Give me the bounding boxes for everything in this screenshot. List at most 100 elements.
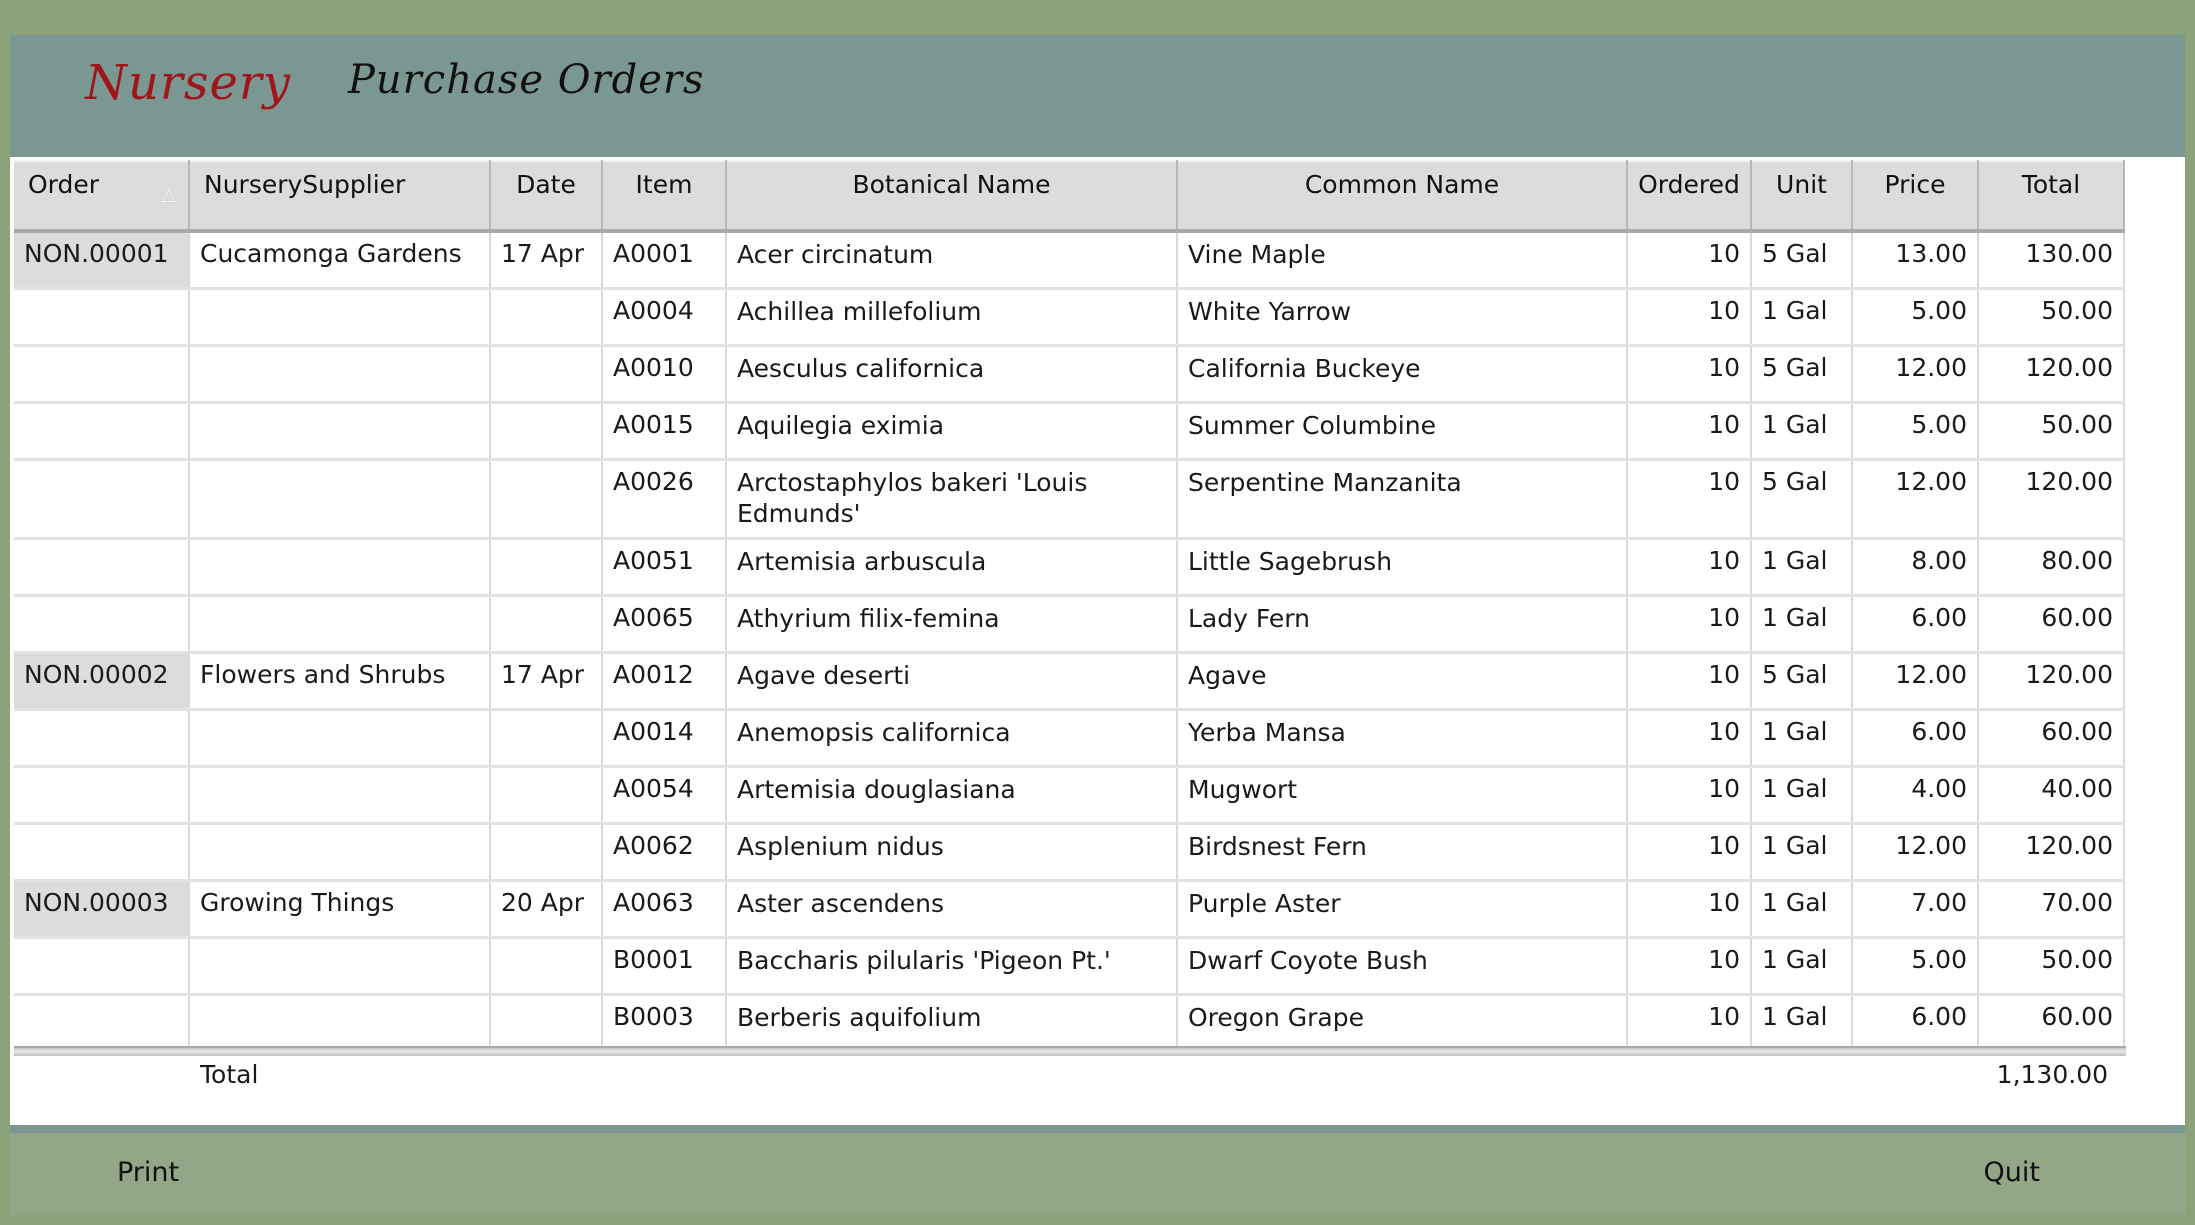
cell-total[interactable]: 80.00 [1978, 538, 2125, 597]
cell-date[interactable]: 20 Apr [490, 880, 603, 939]
cell-common[interactable]: Oregon Grape [1177, 994, 1628, 1055]
cell-ordered[interactable]: 10 [1627, 459, 1752, 540]
table-row[interactable]: A0051 Artemisia arbuscula Little Sagebrush… [14, 538, 2125, 597]
table-row[interactable]: A0014 Anemopsis californica Yerba Mansa 10 1… [14, 709, 2125, 768]
cell-botanical[interactable]: Baccharis pilularis 'Pigeon Pt.' [726, 937, 1178, 996]
table-row[interactable]: A0054 Artemisia douglasiana Mugwort 10 1 Gal… [14, 766, 2125, 825]
table-row[interactable]: B0001 Baccharis pilularis 'Pigeon Pt.' Dwa… [14, 937, 2125, 996]
cell-date[interactable] [490, 766, 603, 825]
cell-botanical[interactable]: Aster ascendens [726, 880, 1178, 939]
cell-price[interactable]: 4.00 [1852, 766, 1979, 825]
cell-item[interactable]: A0065 [602, 595, 727, 654]
cell-item[interactable]: A0004 [602, 288, 727, 347]
cell-price[interactable]: 12.00 [1852, 823, 1979, 882]
cell-common[interactable]: California Buckeye [1177, 345, 1628, 404]
cell-common[interactable]: Yerba Mansa [1177, 709, 1628, 768]
cell-total[interactable]: 120.00 [1978, 652, 2125, 711]
table-row[interactable]: A0004 Achillea millefolium White Yarrow 10 1… [14, 288, 2125, 347]
cell-item[interactable]: B0001 [602, 937, 727, 996]
cell-ordered[interactable]: 10 [1627, 345, 1752, 404]
cell-unit[interactable]: 1 Gal [1751, 709, 1853, 768]
cell-ordered[interactable]: 10 [1627, 994, 1752, 1055]
cell-unit[interactable]: 5 Gal [1751, 345, 1853, 404]
cell-total[interactable]: 40.00 [1978, 766, 2125, 825]
table-row[interactable]: B0003 Berberis aquifolium Oregon Grape 10 1 … [14, 994, 2125, 1055]
cell-order[interactable]: NON.00001 [14, 231, 190, 290]
cell-botanical[interactable]: Arctostaphylos bakeri 'Louis Edmunds' [726, 459, 1178, 540]
column-header-unit[interactable]: Unit [1751, 160, 1853, 233]
cell-total[interactable]: 130.00 [1978, 231, 2125, 290]
cell-ordered[interactable]: 10 [1627, 766, 1752, 825]
cell-unit[interactable]: 1 Gal [1751, 937, 1853, 996]
cell-common[interactable]: White Yarrow [1177, 288, 1628, 347]
cell-date[interactable] [490, 595, 603, 654]
column-header-order[interactable]: Order △ [14, 160, 190, 233]
cell-supplier[interactable]: Growing Things [189, 880, 491, 939]
cell-supplier[interactable] [189, 288, 491, 347]
cell-total[interactable]: 60.00 [1978, 709, 2125, 768]
column-header-botanical-name[interactable]: Botanical Name [726, 160, 1178, 233]
cell-price[interactable]: 6.00 [1852, 709, 1979, 768]
cell-item[interactable]: A0001 [602, 231, 727, 290]
cell-unit[interactable]: 5 Gal [1751, 231, 1853, 290]
cell-botanical[interactable]: Asplenium nidus [726, 823, 1178, 882]
cell-item[interactable]: A0012 [602, 652, 727, 711]
cell-item[interactable]: A0051 [602, 538, 727, 597]
cell-item[interactable]: A0026 [602, 459, 727, 540]
cell-botanical[interactable]: Achillea millefolium [726, 288, 1178, 347]
cell-ordered[interactable]: 10 [1627, 709, 1752, 768]
column-header-supplier[interactable]: NurserySupplier [189, 160, 491, 233]
cell-unit[interactable]: 1 Gal [1751, 766, 1853, 825]
cell-unit[interactable]: 1 Gal [1751, 538, 1853, 597]
cell-common[interactable]: Mugwort [1177, 766, 1628, 825]
cell-order[interactable] [14, 595, 190, 654]
cell-botanical[interactable]: Berberis aquifolium [726, 994, 1178, 1055]
cell-item[interactable]: B0003 [602, 994, 727, 1055]
cell-item[interactable]: A0054 [602, 766, 727, 825]
cell-supplier[interactable]: Cucamonga Gardens [189, 231, 491, 290]
quit-button[interactable]: Quit [1976, 1153, 2048, 1192]
cell-common[interactable]: Birdsnest Fern [1177, 823, 1628, 882]
cell-total[interactable]: 70.00 [1978, 880, 2125, 939]
cell-supplier[interactable] [189, 823, 491, 882]
cell-order[interactable] [14, 937, 190, 996]
cell-ordered[interactable]: 10 [1627, 880, 1752, 939]
cell-price[interactable]: 5.00 [1852, 288, 1979, 347]
cell-order[interactable]: NON.00002 [14, 652, 190, 711]
cell-item[interactable]: A0015 [602, 402, 727, 461]
cell-ordered[interactable]: 10 [1627, 937, 1752, 996]
cell-price[interactable]: 6.00 [1852, 994, 1979, 1055]
cell-total[interactable]: 60.00 [1978, 994, 2125, 1055]
table-row[interactable]: A0065 Athyrium filix-femina Lady Fern 10 1 G… [14, 595, 2125, 654]
cell-order[interactable] [14, 823, 190, 882]
cell-supplier[interactable]: Flowers and Shrubs [189, 652, 491, 711]
cell-common[interactable]: Purple Aster [1177, 880, 1628, 939]
cell-supplier[interactable] [189, 402, 491, 461]
table-row[interactable]: A0010 Aesculus californica California Buck… [14, 345, 2125, 404]
cell-total[interactable]: 60.00 [1978, 595, 2125, 654]
cell-price[interactable]: 7.00 [1852, 880, 1979, 939]
cell-total[interactable]: 50.00 [1978, 402, 2125, 461]
cell-common[interactable]: Dwarf Coyote Bush [1177, 937, 1628, 996]
column-header-date[interactable]: Date [490, 160, 603, 233]
cell-order[interactable] [14, 766, 190, 825]
cell-common[interactable]: Serpentine Manzanita [1177, 459, 1628, 540]
cell-order[interactable] [14, 459, 190, 540]
column-header-price[interactable]: Price [1852, 160, 1979, 233]
cell-botanical[interactable]: Acer circinatum [726, 231, 1178, 290]
cell-ordered[interactable]: 10 [1627, 288, 1752, 347]
cell-order[interactable] [14, 345, 190, 404]
cell-date[interactable] [490, 538, 603, 597]
cell-supplier[interactable] [189, 459, 491, 540]
cell-total[interactable]: 50.00 [1978, 288, 2125, 347]
cell-supplier[interactable] [189, 994, 491, 1055]
cell-supplier[interactable] [189, 766, 491, 825]
cell-unit[interactable]: 5 Gal [1751, 459, 1853, 540]
cell-order[interactable]: NON.00003 [14, 880, 190, 939]
cell-ordered[interactable]: 10 [1627, 652, 1752, 711]
cell-price[interactable]: 5.00 [1852, 402, 1979, 461]
cell-common[interactable]: Summer Columbine [1177, 402, 1628, 461]
cell-item[interactable]: A0062 [602, 823, 727, 882]
cell-botanical[interactable]: Artemisia douglasiana [726, 766, 1178, 825]
cell-order[interactable] [14, 288, 190, 347]
